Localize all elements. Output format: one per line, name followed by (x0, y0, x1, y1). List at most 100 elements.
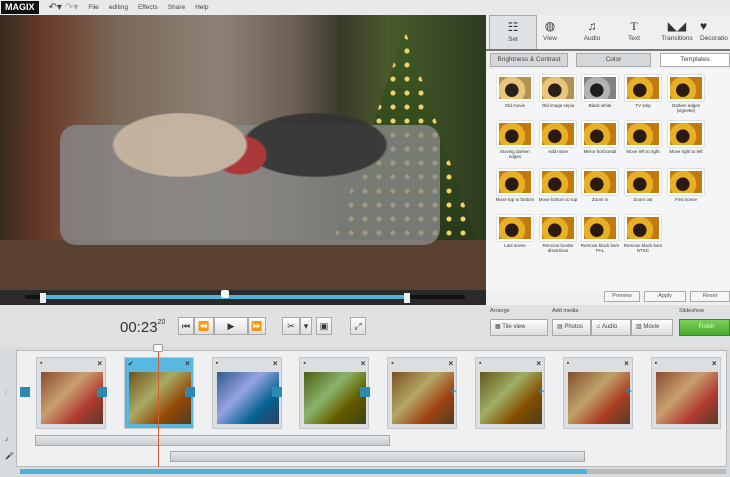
rewind-button[interactable]: ⏪ (194, 317, 214, 335)
close-icon[interactable]: × (97, 359, 102, 368)
transition-icon[interactable] (184, 387, 195, 397)
template-item[interactable]: Remove black bars PAL (579, 215, 621, 253)
go-to-start-button[interactable]: ⏮ (178, 317, 194, 335)
add-transition-icon[interactable]: + (448, 387, 458, 398)
template-item[interactable]: Zoom in (579, 169, 621, 202)
arrange-label: Arrange (490, 308, 510, 314)
scrubber-playhead[interactable] (221, 290, 229, 298)
close-icon[interactable]: × (449, 359, 454, 368)
transition-icon[interactable] (272, 387, 283, 397)
cut-options-dropdown[interactable]: ▾ (300, 317, 312, 335)
template-item[interactable]: Move top to bottom (494, 169, 536, 202)
reset-button[interactable]: Reset (690, 291, 730, 302)
tab-audio[interactable]: ♫ Audio (568, 15, 616, 50)
fast-forward-button[interactable]: ⏩ (248, 317, 266, 335)
voiceover-track-clip[interactable] (170, 451, 585, 462)
clip-menu-icon[interactable]: ▪ (479, 360, 481, 367)
template-thumbnail (625, 169, 661, 195)
template-item[interactable]: Move right to left (665, 121, 707, 154)
template-item[interactable]: Move left to right (622, 121, 664, 154)
close-icon[interactable]: × (361, 359, 366, 368)
close-icon[interactable]: × (712, 359, 717, 368)
add-movie-button[interactable]: ▥ Movie (631, 319, 673, 336)
storyboard-clip[interactable]: ▪ × (211, 357, 282, 429)
clip-menu-icon[interactable]: ▪ (655, 360, 657, 367)
template-item[interactable]: Remove border distortions (537, 215, 579, 253)
transition-icon[interactable] (96, 387, 107, 397)
video-preview[interactable] (0, 15, 486, 290)
add-transition-icon[interactable]: + (624, 387, 634, 398)
close-icon[interactable]: × (536, 359, 541, 368)
music-track-clip[interactable] (35, 435, 390, 446)
storyboard-clip[interactable]: ▪ × (299, 357, 370, 429)
add-audio-button[interactable]: ♫ Audio (591, 319, 631, 336)
transitions-icon: ◣◢ (667, 19, 687, 33)
template-thumbnail (497, 121, 533, 147)
template-label: Remove black bars NTSC (623, 243, 663, 253)
close-icon[interactable]: × (273, 359, 278, 368)
template-item[interactable]: TV strip (622, 75, 664, 108)
transition-icon[interactable] (360, 387, 371, 397)
scroll-left-arrow[interactable]: ‹ (4, 385, 8, 399)
template-item[interactable]: Move bottom to top (537, 169, 579, 202)
template-thumbnail (540, 75, 576, 101)
menu-help[interactable]: Help (195, 4, 208, 11)
playhead-handle[interactable] (153, 344, 163, 352)
storyboard-clip[interactable]: ▪ × (36, 357, 106, 429)
scrollbar-thumb[interactable] (20, 469, 587, 474)
range-end-marker[interactable] (404, 293, 410, 303)
range-start-marker[interactable] (40, 293, 46, 303)
menu-editing[interactable]: editing (109, 4, 128, 11)
menu-share[interactable]: Share (168, 4, 185, 11)
snapshot-button[interactable]: ▣ (316, 317, 332, 335)
undo-icon[interactable]: ↶▾ (49, 2, 62, 13)
template-item[interactable]: Old image sepia (537, 75, 579, 108)
preview-scrubber[interactable] (0, 290, 486, 305)
clip-menu-icon[interactable]: ▪ (303, 360, 305, 367)
storyboard-clip[interactable]: ▪ × (562, 357, 633, 429)
check-icon[interactable]: ✔ (128, 360, 134, 368)
template-item[interactable]: Last scene (494, 215, 536, 248)
clip-menu-icon[interactable]: ▪ (40, 360, 42, 367)
clip-menu-icon[interactable]: ▪ (216, 360, 218, 367)
tab-transitions[interactable]: ◣◢ Transitions (653, 15, 701, 50)
tile-view-button[interactable]: ▦ Tile view (490, 319, 548, 336)
redo-icon[interactable]: ↷▾ (65, 2, 78, 13)
fullscreen-button[interactable]: ⤢ (350, 317, 366, 335)
cut-button[interactable]: ✂ (282, 317, 300, 335)
preview-button[interactable]: Preview (604, 291, 640, 302)
menu-effects[interactable]: Effects (138, 4, 158, 11)
finish-button[interactable]: Finish (679, 319, 730, 336)
menu-file[interactable]: File (88, 4, 98, 11)
tab-decoration[interactable]: ♥ Decoratio (696, 15, 730, 50)
template-label: Black white (588, 103, 612, 108)
template-item[interactable]: Add noise (537, 121, 579, 154)
add-photos-button[interactable]: ▤ Photos (552, 319, 591, 336)
subtab-templates[interactable]: Templates (660, 53, 730, 67)
template-item[interactable]: Old movie (494, 75, 536, 108)
subtab-color[interactable]: Color (576, 53, 651, 67)
close-icon[interactable]: × (624, 359, 629, 368)
template-item[interactable]: Mirror horizontal (579, 121, 621, 154)
subtab-brightness-contrast[interactable]: Brightness & Contrast (490, 53, 568, 67)
clip-menu-icon[interactable]: ▪ (567, 360, 569, 367)
apply-button[interactable]: Apply (644, 291, 686, 302)
template-item[interactable]: Moving darken edges (494, 121, 536, 159)
template-item[interactable]: Black white (579, 75, 621, 108)
play-button[interactable]: ▶ (214, 317, 248, 335)
close-icon[interactable]: × (185, 359, 190, 368)
template-item[interactable]: Darken edges (vignette) (665, 75, 707, 113)
template-item[interactable]: Remove black bars NTSC (622, 215, 664, 253)
tab-text[interactable]: T Text (610, 15, 658, 50)
storyboard-clip[interactable]: ▪ × (387, 357, 458, 429)
transition-icon[interactable] (20, 387, 30, 397)
storyboard-clip[interactable]: ▪ × (650, 357, 721, 429)
template-label: Move top to bottom (495, 197, 535, 202)
template-thumbnail (668, 75, 704, 101)
add-transition-icon[interactable]: + (536, 387, 546, 398)
template-item[interactable]: Zoom out (622, 169, 664, 202)
template-item[interactable]: First scene (665, 169, 707, 202)
tab-view[interactable]: ◍ View (526, 15, 574, 50)
clip-menu-icon[interactable]: ▪ (391, 360, 393, 367)
storyboard-clip[interactable]: ▪ × (475, 357, 545, 429)
